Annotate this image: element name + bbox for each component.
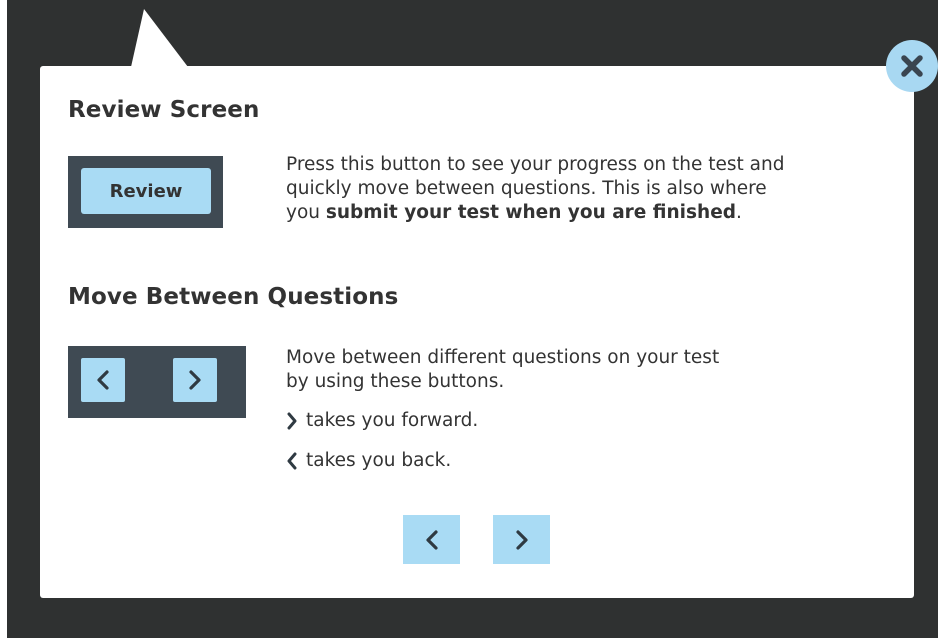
demo-previous-button[interactable] (81, 358, 125, 402)
forward-hint-text: takes you forward. (306, 410, 479, 431)
chevron-right-icon (189, 370, 201, 390)
tooltip-pointer (131, 9, 188, 67)
back-hint-text: takes you back. (306, 450, 452, 471)
demo-next-button[interactable] (173, 358, 217, 402)
next-page-button[interactable] (493, 515, 550, 564)
review-description-line-3-prefix: you (286, 202, 326, 223)
tutorial-dialog: Review Screen Review Press this button t… (40, 66, 914, 598)
move-section-title: Move Between Questions (68, 284, 399, 310)
review-description-line-2: quickly move between questions. This is … (286, 178, 767, 199)
close-button[interactable] (886, 40, 938, 92)
back-hint: takes you back. (286, 449, 451, 473)
navigation-demo-panel (68, 346, 246, 418)
close-icon (901, 55, 923, 77)
review-description: Press this button to see your progress o… (286, 153, 784, 225)
forward-hint: takes you forward. (286, 409, 478, 433)
chevron-right-icon (515, 529, 528, 550)
move-description: Move between different questions on your… (286, 346, 719, 394)
chevron-left-icon (286, 452, 306, 470)
chevron-left-icon (425, 529, 438, 550)
previous-page-button[interactable] (403, 515, 460, 564)
review-description-emphasis: submit your test when you are finished (325, 202, 736, 223)
review-section-title: Review Screen (68, 97, 260, 123)
review-description-line-3-suffix: . (735, 202, 742, 223)
review-demo-button[interactable]: Review (81, 168, 211, 214)
chevron-right-icon (286, 412, 306, 430)
review-demo-panel: Review (68, 156, 223, 228)
move-description-line-1: Move between different questions on your… (286, 347, 720, 368)
review-description-line-1: Press this button to see your progress o… (286, 154, 785, 175)
chevron-left-icon (97, 370, 109, 390)
move-description-line-2: by using these buttons. (286, 371, 505, 392)
